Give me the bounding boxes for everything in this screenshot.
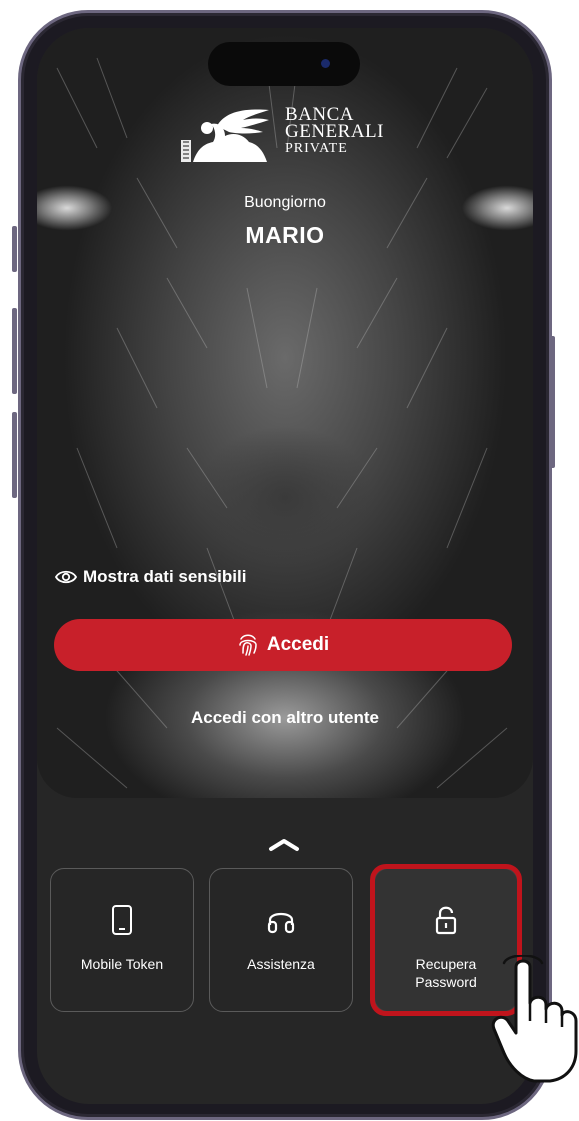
pointing-hand-icon (491, 955, 578, 1083)
smartphone-icon (111, 903, 133, 937)
mobile-token-button[interactable]: Mobile Token (50, 868, 194, 1012)
show-sensitive-data-toggle[interactable]: Mostra dati sensibili (55, 567, 246, 587)
eye-icon (55, 570, 77, 584)
brand-line-3: PRIVATE (285, 141, 348, 156)
mobile-token-label: Mobile Token (80, 956, 164, 972)
username-text: MARIO (245, 222, 325, 248)
login-button-label: Accedi (266, 634, 330, 655)
dynamic-island (208, 42, 360, 86)
show-sensitive-data-label: Mostra dati sensibili (83, 567, 247, 586)
greeting-text: Buongiorno (244, 194, 326, 211)
brand-logo: BANCA GENERALI PRIVATE (177, 105, 397, 166)
fingerprint-icon (239, 634, 257, 656)
brand-line-2: GENERALI (285, 121, 384, 142)
phone-action-button (12, 226, 17, 272)
app-screen: BANCA GENERALI PRIVATE Buongiorno MARIO … (37, 28, 533, 1104)
camera-icon (321, 59, 330, 68)
headphones-icon (266, 903, 296, 937)
assistance-label: Assistenza (247, 956, 315, 972)
chevron-up-icon[interactable] (267, 836, 301, 854)
assistance-button[interactable]: Assistenza (209, 868, 353, 1012)
login-other-user-link[interactable]: Accedi con altro utente (37, 708, 533, 728)
phone-volume-down-button (12, 412, 17, 498)
phone-volume-up-button (12, 308, 17, 394)
brand-wordmark: BANCA GENERALI PRIVATE (285, 105, 384, 157)
winged-lion-logo-icon (181, 109, 269, 162)
login-button[interactable]: Accedi (54, 619, 512, 671)
